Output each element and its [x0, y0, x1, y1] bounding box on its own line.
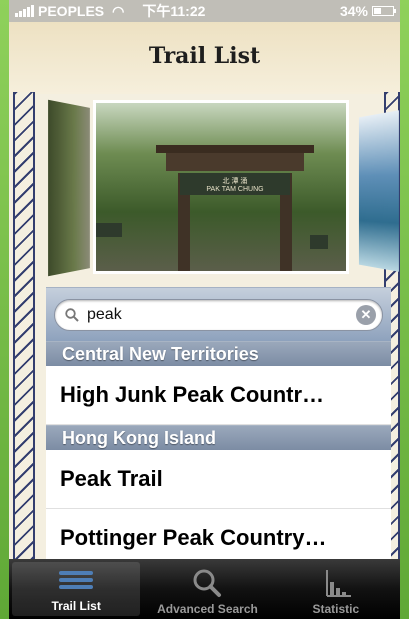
- status-time: 下午11:22: [142, 3, 206, 19]
- app-screen: PEOPLES ◠ 下午11:22 34% Trail List 北 潭 涌 P…: [9, 0, 400, 619]
- battery-percent: 34%: [339, 3, 368, 19]
- nav-header: Trail List: [9, 22, 400, 94]
- trail-signpost-left: [96, 223, 122, 237]
- photo-carousel[interactable]: 北 潭 涌 PAK TAM CHUNG: [47, 99, 400, 280]
- gate-sign: 北 潭 涌 PAK TAM CHUNG: [180, 173, 290, 195]
- tab-bar: Trail List Advanced Search Statistic: [9, 559, 400, 619]
- tab-label: Statistic: [312, 602, 360, 616]
- search-query[interactable]: peak: [87, 306, 356, 324]
- page-title: Trail List: [148, 43, 261, 69]
- list-icon: [59, 565, 94, 595]
- left-edge-decoration: [0, 0, 9, 619]
- battery-icon: [372, 6, 396, 16]
- section-header: Central New Territories: [46, 341, 391, 366]
- search-bar: peak ✕: [46, 287, 391, 341]
- signal-icon: [15, 5, 34, 17]
- search-input[interactable]: peak ✕: [54, 298, 383, 331]
- tab-statistic[interactable]: Statistic: [272, 559, 400, 619]
- carousel-photo-current[interactable]: 北 潭 涌 PAK TAM CHUNG: [93, 100, 349, 274]
- section-header: Hong Kong Island: [46, 425, 391, 450]
- carousel-photo-previous[interactable]: [48, 99, 90, 277]
- list-item[interactable]: High Junk Peak Countr…: [46, 366, 391, 425]
- search-icon: [65, 307, 79, 322]
- tab-label: Advanced Search: [157, 602, 258, 616]
- gate-sign-chinese: 北 潭 涌: [222, 177, 248, 185]
- wifi-icon: ◠: [112, 2, 125, 19]
- gate-sign-english: PAK TAM CHUNG: [206, 185, 264, 193]
- right-edge-decoration: [400, 0, 409, 619]
- gate-roof: [156, 145, 314, 171]
- carousel-photo-next[interactable]: [358, 110, 399, 272]
- tab-advanced-search[interactable]: Advanced Search: [143, 559, 271, 619]
- magnifier-icon: [190, 568, 224, 598]
- trail-signpost-right: [310, 235, 328, 249]
- rope-border-left: [13, 92, 35, 559]
- status-bar: PEOPLES ◠ 下午11:22 34%: [9, 0, 400, 22]
- list-item[interactable]: Peak Trail: [46, 450, 391, 509]
- tab-trail-list[interactable]: Trail List: [12, 562, 141, 616]
- trail-results-list: Central New Territories High Junk Peak C…: [46, 341, 391, 568]
- bar-chart-icon: [319, 568, 353, 598]
- tab-label: Trail List: [51, 599, 101, 613]
- carrier-name: PEOPLES: [38, 3, 105, 19]
- clear-search-icon[interactable]: ✕: [356, 304, 376, 325]
